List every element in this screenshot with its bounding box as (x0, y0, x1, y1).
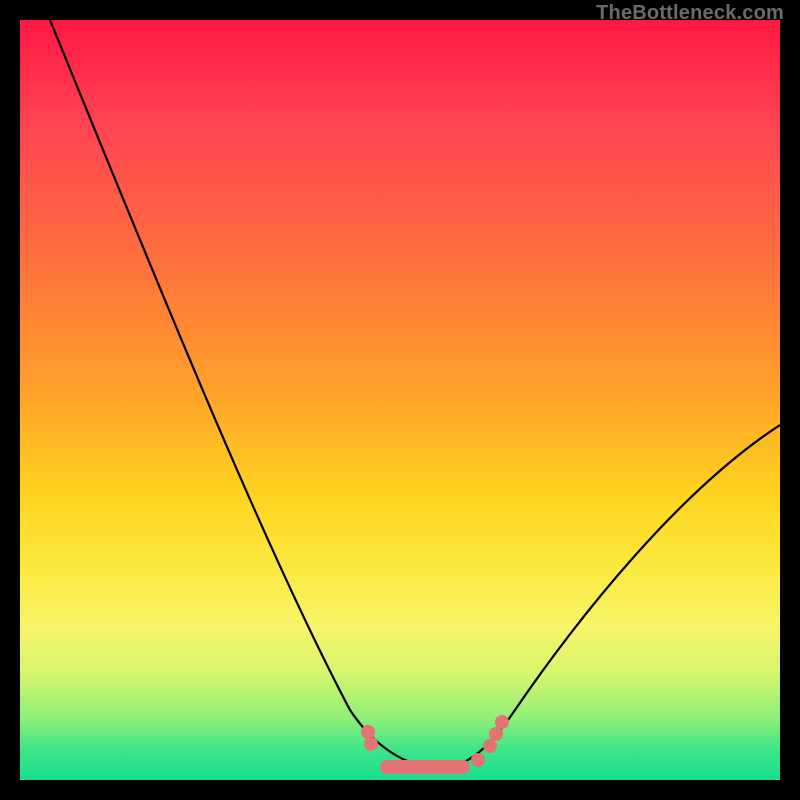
marker-cluster (361, 715, 509, 774)
plot-area (20, 20, 780, 780)
curve-layer (20, 20, 780, 780)
chart-frame: TheBottleneck.com (0, 0, 800, 800)
bottleneck-curve (50, 20, 780, 768)
watermark-text: TheBottleneck.com (596, 2, 784, 25)
